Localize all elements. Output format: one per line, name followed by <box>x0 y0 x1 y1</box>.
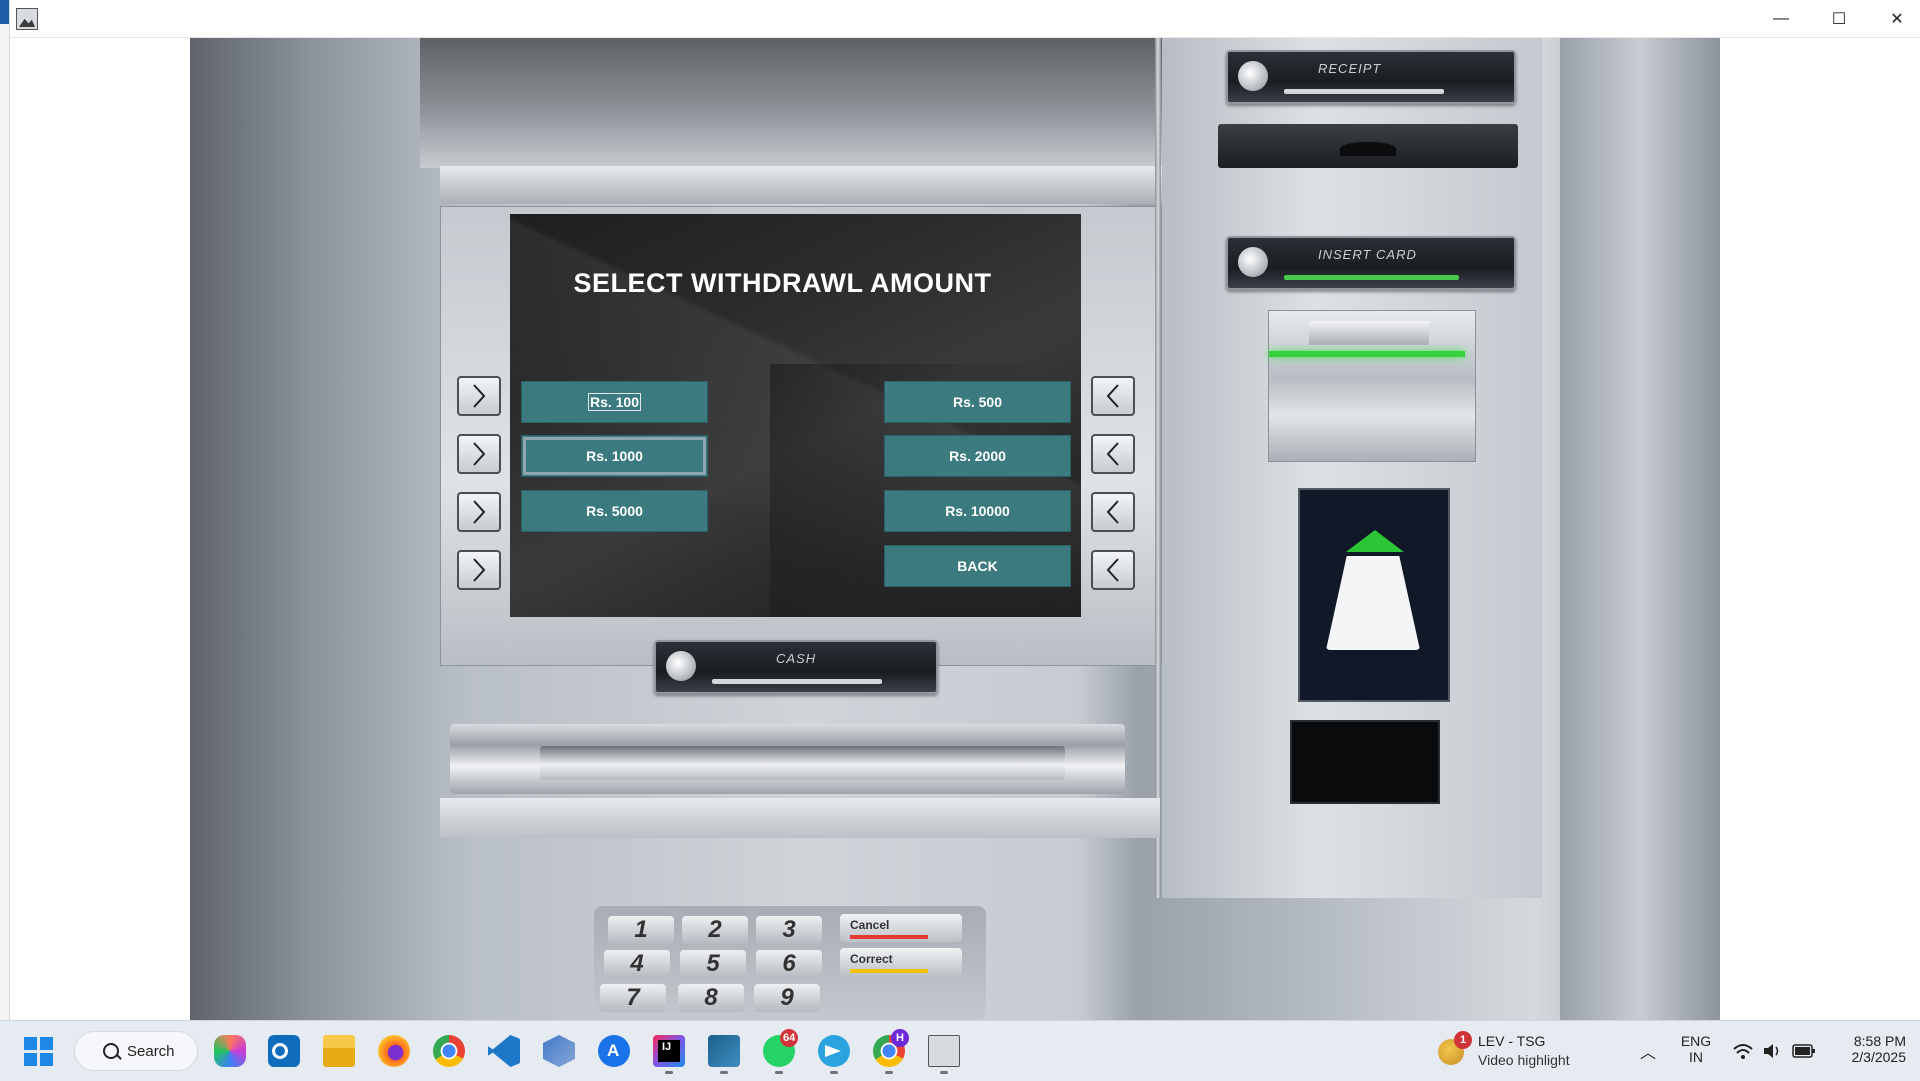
right-side-key-4[interactable] <box>1091 550 1135 590</box>
card-plate: INSERT CARD <box>1226 236 1516 290</box>
bell-icon <box>1326 556 1420 650</box>
clock[interactable]: 8:58 PM 2/3/2025 <box>1826 1033 1907 1065</box>
chevron-right-icon <box>473 500 486 524</box>
keypad-key-2: 2 <box>682 916 748 944</box>
chevron-left-icon <box>1106 442 1119 466</box>
left-side-key-3[interactable] <box>457 492 501 532</box>
chrome-icon[interactable] <box>433 1035 465 1067</box>
option-rs-10000-button[interactable]: Rs. 10000 <box>884 490 1071 532</box>
minimize-button[interactable]: — <box>1752 0 1810 37</box>
screen-title: SELECT WITHDRAWL AMOUNT <box>573 268 992 298</box>
copilot-icon[interactable] <box>214 1035 246 1067</box>
card-knob-icon <box>1238 247 1268 277</box>
keypad-key-4: 4 <box>604 950 670 978</box>
option-rs-1000-button[interactable]: Rs. 1000 <box>521 435 708 477</box>
volume-icon[interactable] <box>1762 1041 1784 1061</box>
news-widget[interactable]: 1 LEV - TSG Video highlight <box>1438 1031 1618 1071</box>
cash-dispenser-slot <box>450 724 1125 794</box>
keypad-key-6: 6 <box>756 950 822 978</box>
file-explorer-icon[interactable] <box>323 1035 355 1067</box>
outlook-icon[interactable] <box>268 1035 300 1067</box>
taskbar: Search A IJ 64 H 1 LEV - TSG Video highl… <box>0 1020 1920 1081</box>
keypad-key-7: 7 <box>600 984 666 1012</box>
window-titlebar: — ☐ ✕ <box>0 0 1920 38</box>
search-icon <box>103 1043 119 1059</box>
atm-keypad: 1 2 3 4 5 6 7 8 9 Cancel Correct <box>594 906 986 1020</box>
keypad-key-3: 3 <box>756 916 822 944</box>
triangle-icon <box>1346 530 1404 552</box>
right-side-key-2[interactable] <box>1091 434 1135 474</box>
windows-start-icon[interactable] <box>24 1037 54 1067</box>
cash-knob-icon <box>666 651 696 681</box>
receipt-knob-icon <box>1238 61 1268 91</box>
chevron-left-icon <box>1106 384 1119 408</box>
virtualbox-icon[interactable] <box>543 1035 575 1067</box>
telegram-icon[interactable] <box>818 1035 850 1067</box>
left-side-key-2[interactable] <box>457 434 501 474</box>
wifi-icon[interactable] <box>1732 1041 1754 1061</box>
language-indicator[interactable]: ENG IN <box>1678 1033 1714 1065</box>
keypad-key-9: 9 <box>754 984 820 1012</box>
back-button[interactable]: BACK <box>884 545 1071 587</box>
option-rs-500-button[interactable]: Rs. 500 <box>884 381 1071 423</box>
chevron-left-icon <box>1106 500 1119 524</box>
battery-icon[interactable] <box>1792 1043 1816 1059</box>
option-rs-2000-button[interactable]: Rs. 2000 <box>884 435 1071 477</box>
right-side-key-3[interactable] <box>1091 492 1135 532</box>
keypad-key-1: 1 <box>608 916 674 944</box>
right-side-key-1[interactable] <box>1091 376 1135 416</box>
left-side-key-1[interactable] <box>457 376 501 416</box>
vscode-icon[interactable] <box>488 1035 520 1067</box>
receipt-plate: RECEIPT <box>1226 50 1516 104</box>
maximize-button[interactable]: ☐ <box>1810 0 1868 37</box>
dark-slot <box>1290 720 1440 804</box>
chrome-profile-badge: H <box>891 1029 909 1047</box>
option-rs-5000-button[interactable]: Rs. 5000 <box>521 490 708 532</box>
java-app-icon[interactable] <box>16 8 38 30</box>
java-app-icon[interactable] <box>928 1035 960 1067</box>
chevron-right-icon <box>473 384 486 408</box>
show-hidden-icons-chevron-up-icon[interactable]: ︿ <box>1640 1039 1656 1063</box>
receipt-slot <box>1218 124 1518 168</box>
pin-shield-unit <box>1298 488 1450 702</box>
news-badge: 1 <box>1454 1031 1472 1049</box>
keypad-cancel-key: Cancel <box>840 914 962 942</box>
firefox-icon[interactable] <box>378 1035 410 1067</box>
background-window-edge <box>0 0 10 1020</box>
close-button[interactable]: ✕ <box>1868 0 1920 37</box>
intellij-icon[interactable]: IJ <box>653 1035 685 1067</box>
chevron-right-icon <box>473 558 486 582</box>
left-side-key-4[interactable] <box>457 550 501 590</box>
mysql-workbench-icon[interactable] <box>708 1035 740 1067</box>
keypad-key-5: 5 <box>680 950 746 978</box>
keypad-correct-key: Correct <box>840 948 962 976</box>
cash-plate: CASH <box>654 640 938 694</box>
chevron-right-icon <box>473 442 486 466</box>
option-rs-100-button[interactable]: Rs. 100 <box>521 381 708 423</box>
chevron-left-icon <box>1106 558 1119 582</box>
app-store-icon[interactable]: A <box>598 1035 630 1067</box>
card-reader <box>1268 310 1476 462</box>
keypad-key-8: 8 <box>678 984 744 1012</box>
whatsapp-badge: 64 <box>780 1029 799 1047</box>
taskbar-search-button[interactable]: Search <box>74 1031 198 1071</box>
